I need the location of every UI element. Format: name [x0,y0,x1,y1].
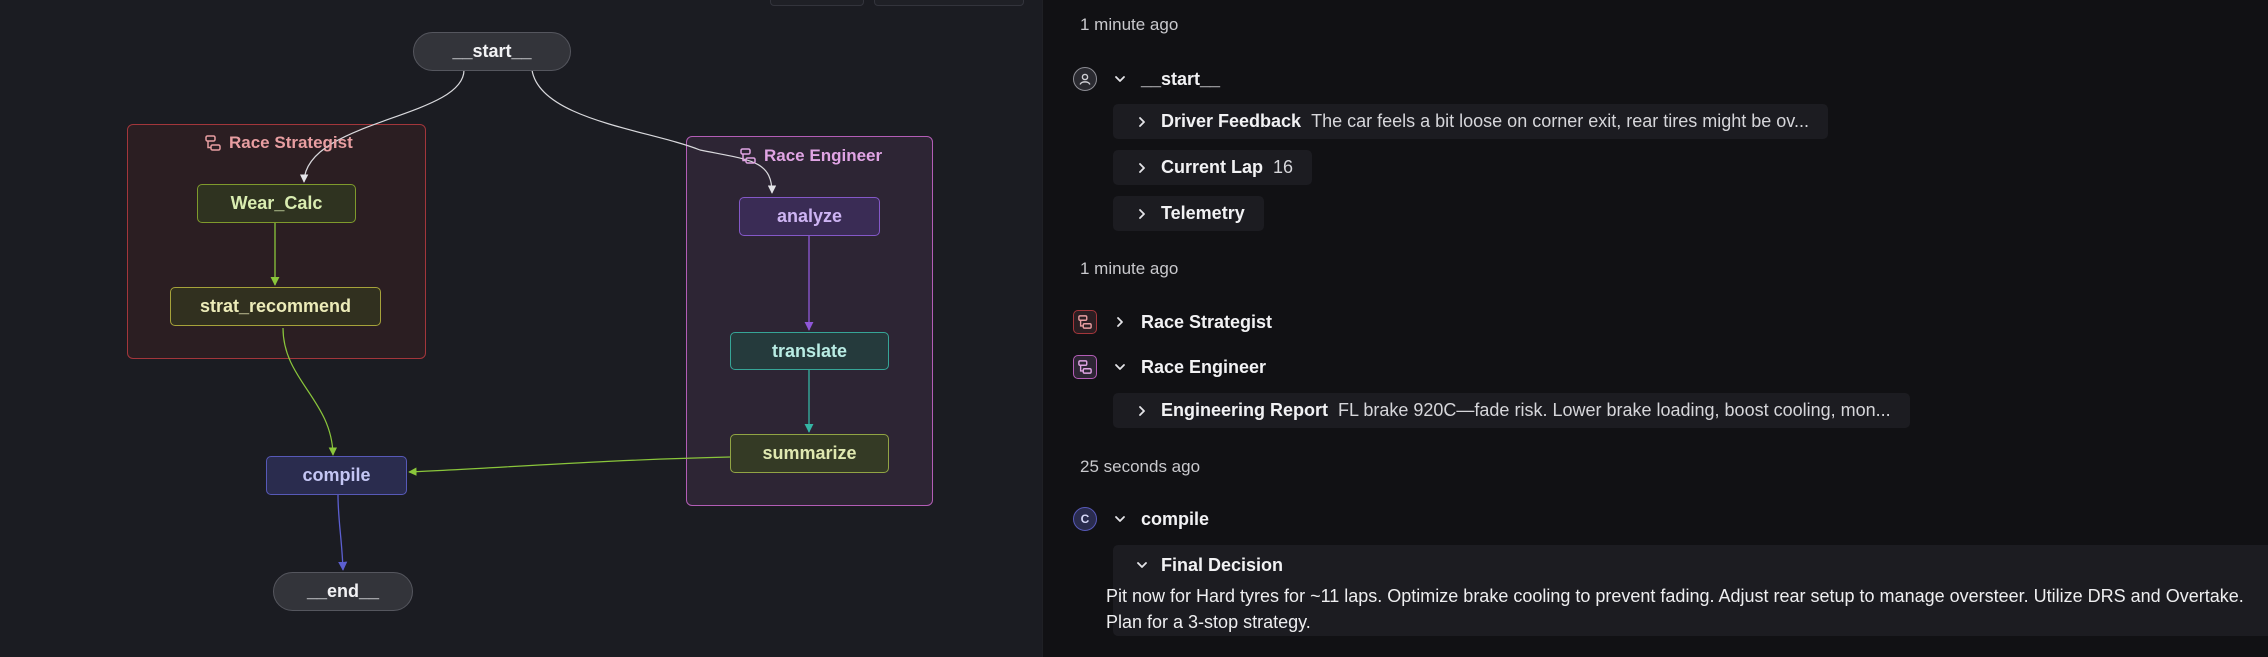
step-race-strategist[interactable]: Race Strategist [1073,308,1272,336]
field-value: The car feels a bit loose on corner exit… [1311,111,1809,131]
chevron-down-icon[interactable] [1113,512,1127,526]
user-icon [1073,67,1097,91]
group-title-race-engineer: Race Engineer [740,146,882,166]
edge-start-analyze [531,69,777,194]
graph-edges [270,69,814,571]
field-key: Final Decision [1161,554,1284,575]
node-compile[interactable]: compile [266,456,407,495]
field-driver-feedback[interactable]: Driver Feedback The car feels a bit loos… [1113,104,1828,139]
step-race-engineer[interactable]: Race Engineer [1073,353,1266,381]
field-key: Telemetry [1161,203,1245,223]
field-engineering-report[interactable]: Engineering Report FL brake 920C—fade ri… [1113,393,1910,428]
chevron-right-icon [1139,162,1145,173]
edge-strat-compile [282,327,338,456]
edge-summarize-compile [408,456,731,476]
subgraph-icon [740,148,756,164]
step-label: __start__ [1141,68,1221,89]
edge-start-wear-calc [299,69,465,183]
chevron-right-icon [1139,208,1145,219]
chevron-right-icon [1139,116,1145,127]
subgraph-icon [1073,355,1097,379]
step-label: Race Strategist [1141,311,1273,332]
field-key: Current Lap [1161,157,1264,177]
timestamp: 25 seconds ago [1080,457,1201,476]
node-strat-recommend[interactable]: strat_recommend [170,287,381,326]
node-avatar: C [1073,507,1097,531]
graph-canvas[interactable]: Race Strategist Race Engineer __start__ … [0,0,1042,657]
field-key: Engineering Report [1161,400,1329,420]
node-end[interactable]: __end__ [273,572,413,611]
subgraph-icon [205,135,221,151]
chevron-right-icon[interactable] [1113,315,1127,329]
step-label: compile [1141,508,1210,529]
node-summarize[interactable]: summarize [730,434,889,473]
node-start[interactable]: __start__ [413,32,571,71]
field-key: Driver Feedback [1161,111,1302,131]
group-label: Race Engineer [764,146,883,165]
final-decision-text: Pit now for Hard tyres for ~11 laps. Opt… [1106,586,2244,632]
node-analyze[interactable]: analyze [739,197,880,236]
step-start[interactable]: __start__ [1073,65,1220,93]
field-value: FL brake 920C—fade risk. Lower brake loa… [1338,400,1891,420]
edge-compile-end [337,494,348,571]
chevron-down-icon[interactable] [1113,360,1127,374]
timestamp: 1 minute ago [1080,15,1179,34]
run-timeline: 1 minute ago __start__ Driver Feedback T… [1043,0,2268,657]
field-current-lap[interactable]: Current Lap 16 [1113,150,1313,185]
step-label: Race Engineer [1141,356,1267,377]
field-telemetry[interactable]: Telemetry [1113,196,1264,231]
group-label: Race Strategist [229,133,353,152]
final-decision-header[interactable]: Final Decision [1135,551,1283,579]
field-value: 16 [1273,157,1294,177]
subgraph-icon [1073,310,1097,334]
group-title-race-strategist: Race Strategist [205,133,353,153]
chevron-right-icon [1139,405,1145,416]
chevron-down-icon [1137,562,1147,568]
node-translate[interactable]: translate [730,332,889,370]
chevron-down-icon[interactable] [1113,72,1127,86]
step-compile[interactable]: C compile [1073,505,1209,533]
node-wear-calc[interactable]: Wear_Calc [197,184,356,223]
timestamp: 1 minute ago [1080,259,1179,278]
